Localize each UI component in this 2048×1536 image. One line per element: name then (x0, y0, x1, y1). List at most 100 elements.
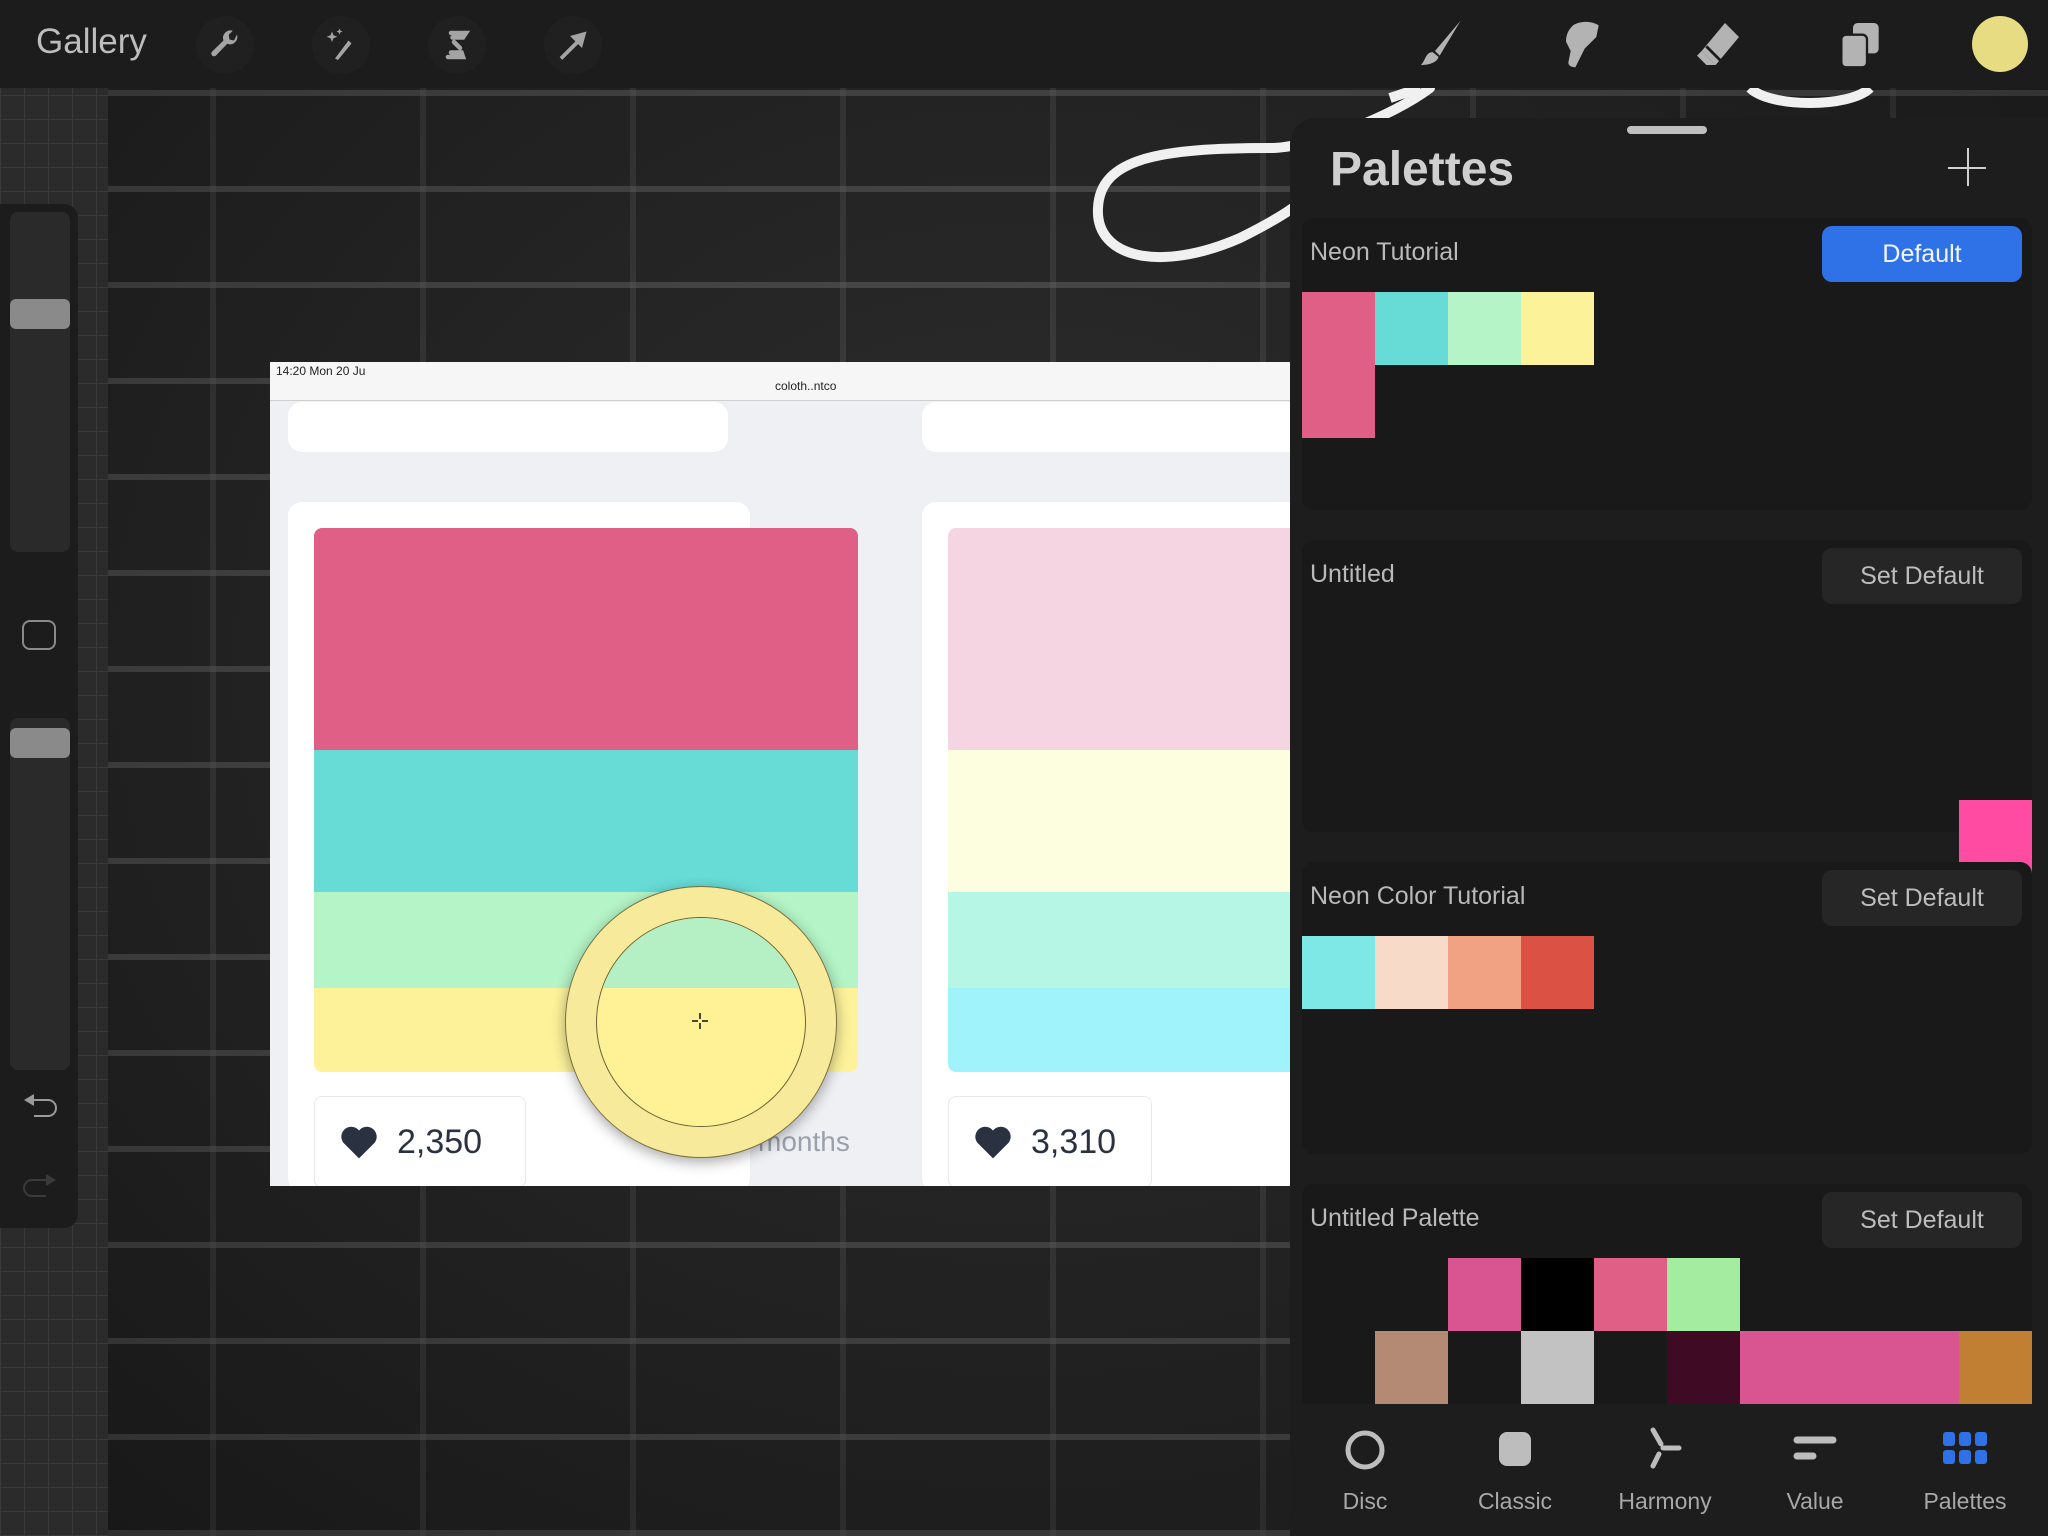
tab-label: Value (1786, 1488, 1844, 1514)
card-top-right (922, 402, 1290, 452)
like-count-2: 3,310 (1031, 1122, 1117, 1161)
tab-label: Classic (1477, 1488, 1553, 1514)
palette-swatch[interactable] (1959, 1331, 2032, 1404)
palette-swatch[interactable] (1448, 292, 1521, 365)
redo-arrow-icon[interactable] (20, 1174, 60, 1204)
palette-swatch-grid (1302, 654, 2032, 873)
palette-swatch[interactable] (1521, 1331, 1594, 1404)
palette-swatch[interactable] (1302, 292, 1375, 365)
palette-swatch-grid (1302, 936, 2032, 1082)
tab-disc[interactable]: Disc (1300, 1426, 1430, 1526)
eraser-icon (1697, 23, 1739, 65)
swatch (948, 892, 1290, 988)
palette-swatch[interactable] (1667, 1258, 1740, 1331)
palette-swatch[interactable] (1375, 1331, 1448, 1404)
magic-wand-icon (326, 28, 352, 60)
actions-button[interactable] (196, 16, 254, 74)
loupe-preview (596, 917, 806, 1127)
brush-tool[interactable] (1412, 14, 1472, 74)
palette-swatch[interactable] (1302, 365, 1375, 438)
tab-classic[interactable]: Classic (1450, 1426, 1580, 1526)
palette-name: Neon Color Tutorial (1310, 882, 1526, 910)
palettes-panel: Palettes Neon Tutorial Default Untitled … (1290, 118, 2048, 1536)
palette-swatch[interactable] (1375, 292, 1448, 365)
palette-swatch[interactable] (1740, 1331, 1813, 1404)
palette-swatch[interactable] (1375, 936, 1448, 1009)
palette-swatch[interactable] (1813, 1331, 1886, 1404)
brush-icon (1421, 20, 1461, 65)
tab-label: Palettes (1923, 1488, 2007, 1514)
brush-size-slider[interactable] (10, 212, 70, 552)
swatch (948, 528, 1290, 750)
brush-size-thumb[interactable] (10, 298, 70, 329)
palette-swatch[interactable] (1302, 936, 1375, 1009)
layers-button[interactable] (1830, 14, 1890, 74)
loupe-previous-color (597, 918, 805, 988)
set-default-button[interactable]: Set Default (1822, 548, 2022, 604)
palette-swatch[interactable] (1667, 1331, 1740, 1404)
color-picker-button[interactable] (1972, 16, 2028, 72)
transform-arrow-icon (559, 31, 587, 60)
set-default-button[interactable]: Set Default (1822, 1192, 2022, 1248)
palette-card-2-swatches (948, 528, 1290, 1072)
palette-swatch[interactable] (1448, 1258, 1521, 1331)
harmony-icon (1650, 1427, 1682, 1469)
palette-untitled[interactable]: Untitled Set Default (1302, 540, 2032, 873)
swatch (314, 528, 858, 750)
top-toolbar: Gallery (0, 0, 2048, 88)
like-button-2[interactable]: 3,310 (948, 1096, 1152, 1186)
swatch (314, 750, 858, 892)
undo-arrow-icon[interactable] (20, 1094, 60, 1124)
set-default-button[interactable]: Set Default (1822, 870, 2022, 926)
palette-swatch[interactable] (1521, 1258, 1594, 1331)
plus-icon[interactable] (1946, 146, 1990, 190)
smudge-tool[interactable] (1550, 14, 1610, 74)
color-mode-tabs: Disc Classic Harmony Value Palettes (1290, 1404, 2048, 1536)
like-button-1[interactable]: 2,350 (314, 1096, 526, 1186)
modify-button[interactable] (22, 620, 56, 650)
selection-icon (445, 30, 471, 60)
palette-name: Neon Tutorial (1310, 238, 1459, 266)
browser-status-bar: 14:20 Mon 20 Ju coloth..ntco (270, 362, 1290, 401)
tab-harmony[interactable]: Harmony (1600, 1426, 1730, 1526)
palette-name: Untitled Palette (1310, 1204, 1480, 1232)
value-sliders-icon (1793, 1436, 1837, 1460)
classic-square-icon (1499, 1432, 1531, 1466)
crosshair-icon (692, 1013, 708, 1029)
card-top-left (288, 402, 728, 452)
panel-grabber[interactable] (1627, 126, 1707, 134)
gallery-button[interactable]: Gallery (36, 22, 147, 62)
eraser-tool[interactable] (1688, 14, 1748, 74)
transform-button[interactable] (544, 16, 602, 74)
opacity-slider[interactable] (10, 718, 70, 1070)
opacity-thumb[interactable] (10, 727, 70, 758)
palette-neon-tutorial[interactable]: Neon Tutorial Default (1302, 218, 2032, 510)
swatch (948, 988, 1290, 1072)
status-time: 14:20 Mon 20 Ju (276, 364, 366, 378)
palette-swatch-grid (1302, 1258, 2032, 1404)
palette-swatch[interactable] (1448, 936, 1521, 1009)
tab-palettes[interactable]: Palettes (1900, 1426, 2030, 1526)
palette-swatch[interactable] (1886, 1331, 1959, 1404)
left-sidebar (0, 204, 78, 1228)
palette-name: Untitled (1310, 560, 1395, 588)
palette-neon-color-tutorial[interactable]: Neon Color Tutorial Set Default (1302, 862, 2032, 1154)
eyedropper-loupe[interactable] (565, 886, 837, 1158)
palettes-grid-icon (1943, 1432, 1987, 1464)
tab-label: Disc (1342, 1488, 1388, 1514)
default-button[interactable]: Default (1822, 226, 2022, 282)
heart-icon (341, 1126, 377, 1159)
palette-swatch[interactable] (1521, 292, 1594, 365)
browser-url: coloth..ntco (775, 379, 837, 393)
palette-swatch[interactable] (1521, 936, 1594, 1009)
palette-card-2 (922, 502, 1290, 1186)
selection-button[interactable] (428, 16, 486, 74)
disc-icon (1345, 1430, 1385, 1470)
adjustments-button[interactable] (312, 16, 370, 74)
tab-value[interactable]: Value (1750, 1426, 1880, 1526)
like-count-1: 2,350 (397, 1122, 483, 1161)
smudge-icon (1566, 21, 1599, 68)
palette-swatch[interactable] (1594, 1258, 1667, 1331)
swatch (948, 750, 1290, 892)
heart-icon (975, 1126, 1011, 1159)
